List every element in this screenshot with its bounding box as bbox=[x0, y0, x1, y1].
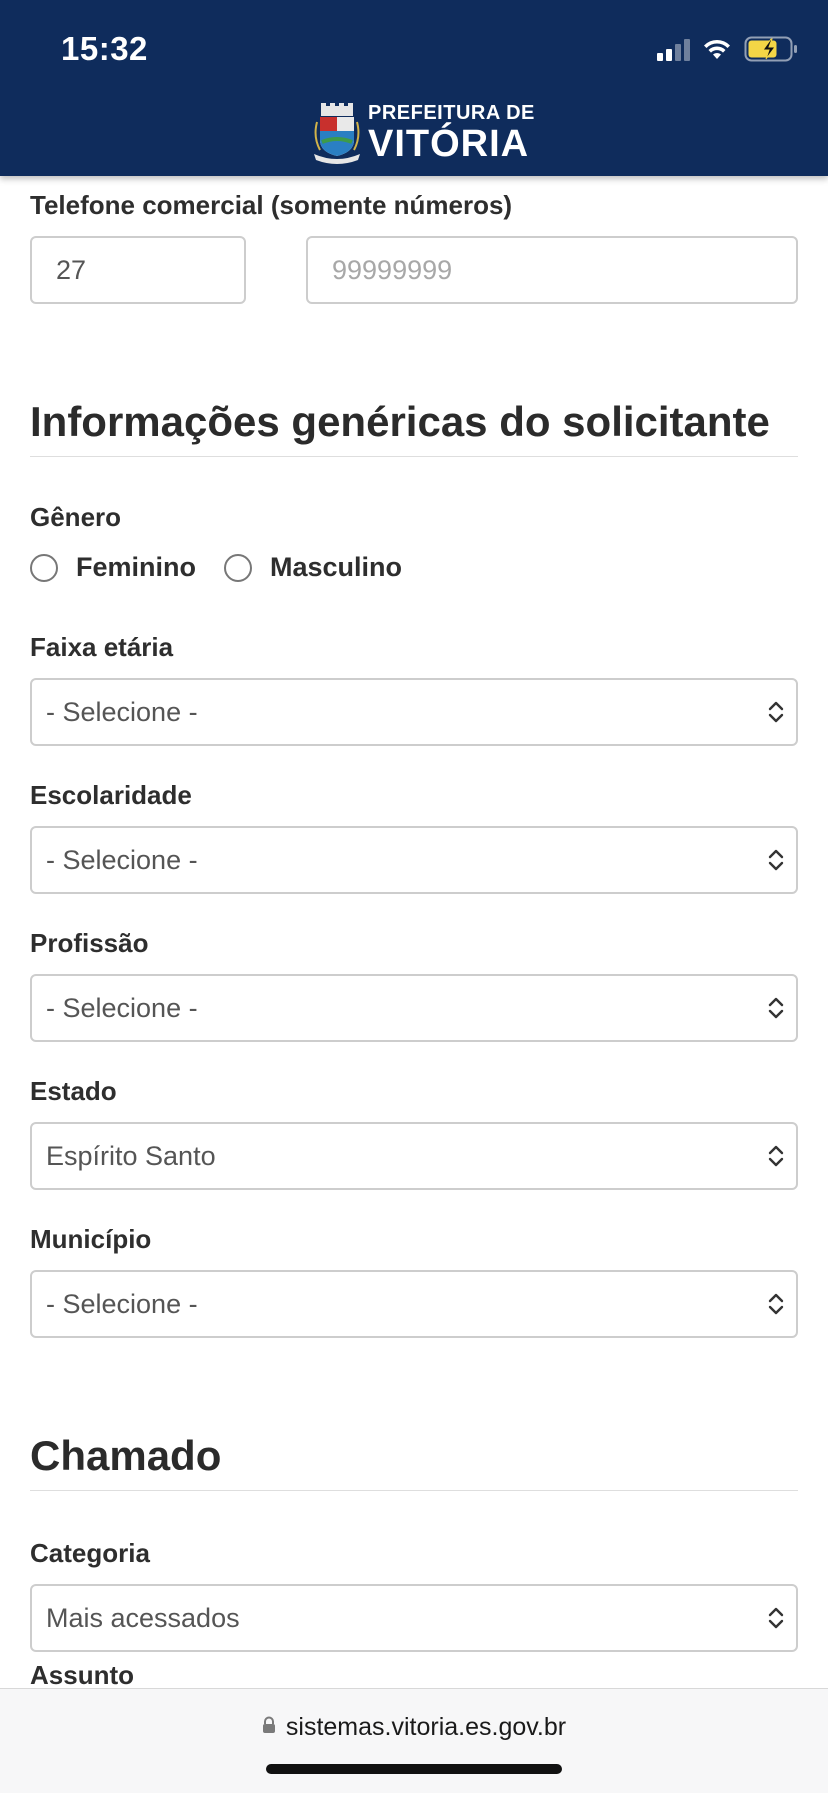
logo-main-text: VITÓRIA bbox=[368, 123, 530, 165]
gender-label: Gênero bbox=[30, 502, 122, 532]
category-select-value: Mais acessados bbox=[46, 1602, 240, 1633]
subject-label: Assunto bbox=[30, 1660, 134, 1690]
education-select-value: - Selecione - bbox=[46, 844, 198, 875]
gender-option-feminino[interactable]: Feminino bbox=[30, 552, 196, 583]
state-label: Estado bbox=[30, 1076, 117, 1106]
section-divider bbox=[30, 1490, 798, 1491]
chevron-up-down-icon bbox=[756, 1605, 796, 1631]
status-time: 15:32 bbox=[61, 30, 148, 67]
category-select[interactable]: Mais acessados bbox=[30, 1584, 798, 1652]
state-select-value: Espírito Santo bbox=[46, 1140, 216, 1171]
education-select[interactable]: - Selecione - bbox=[30, 826, 798, 894]
coat-of-arms-icon bbox=[314, 103, 360, 164]
city-select-value: - Selecione - bbox=[46, 1288, 198, 1319]
prefeitura-logo[interactable]: PREFEITURA DE VITÓRIA bbox=[312, 102, 535, 164]
radio-button[interactable] bbox=[224, 553, 252, 582]
city-label: Município bbox=[30, 1224, 152, 1254]
gender-option-masculino[interactable]: Masculino bbox=[224, 552, 402, 583]
profession-select-value: - Selecione - bbox=[46, 992, 198, 1023]
cellular-signal-icon bbox=[657, 37, 690, 61]
education-label: Escolaridade bbox=[30, 780, 192, 810]
lock-icon bbox=[262, 1716, 276, 1739]
age-select[interactable]: - Selecione - bbox=[30, 678, 798, 746]
section-divider bbox=[30, 456, 798, 457]
profession-label: Profissão bbox=[30, 928, 149, 958]
radio-label: Masculino bbox=[270, 552, 403, 582]
age-select-value: - Selecione - bbox=[46, 696, 198, 727]
logo-top-text: PREFEITURA DE bbox=[368, 102, 535, 124]
gender-radio-group: Feminino Masculino bbox=[30, 552, 430, 583]
category-label: Categoria bbox=[30, 1538, 150, 1568]
chevron-up-down-icon bbox=[756, 699, 796, 725]
state-select[interactable]: Espírito Santo bbox=[30, 1122, 798, 1190]
section-title-chamado: Chamado bbox=[30, 1432, 222, 1479]
chevron-up-down-icon bbox=[756, 1143, 796, 1169]
app-header: 15:32 PREFEITURA DE VITÓRIA bbox=[0, 0, 828, 176]
phone-ddd-value: 27 bbox=[56, 254, 87, 285]
phone-number-input[interactable]: 99999999 bbox=[306, 236, 798, 304]
address-bar[interactable]: sistemas.vitoria.es.gov.br bbox=[0, 1713, 828, 1742]
profession-select[interactable]: - Selecione - bbox=[30, 974, 798, 1042]
radio-button[interactable] bbox=[30, 553, 58, 582]
city-select[interactable]: - Selecione - bbox=[30, 1270, 798, 1338]
chevron-up-down-icon bbox=[756, 847, 796, 873]
chevron-up-down-icon bbox=[756, 1291, 796, 1317]
chevron-up-down-icon bbox=[756, 995, 796, 1021]
wifi-icon bbox=[702, 37, 732, 61]
logo-text: PREFEITURA DE VITÓRIA bbox=[368, 103, 535, 163]
radio-label: Feminino bbox=[76, 552, 196, 582]
phone-ddd-input[interactable]: 27 bbox=[30, 236, 246, 304]
status-icons bbox=[657, 34, 798, 64]
phone-label: Telefone comercial (somente números) bbox=[30, 190, 513, 220]
url-text: sistemas.vitoria.es.gov.br bbox=[285, 1713, 567, 1741]
phone-number-placeholder: 99999999 bbox=[332, 254, 453, 285]
age-label: Faixa etária bbox=[30, 632, 174, 662]
home-indicator[interactable] bbox=[266, 1764, 562, 1774]
battery-charging-icon bbox=[744, 36, 798, 62]
section-title-solicitante: Informações genéricas do solicitante bbox=[30, 398, 770, 445]
browser-bottom-bar: sistemas.vitoria.es.gov.br bbox=[0, 1688, 828, 1793]
